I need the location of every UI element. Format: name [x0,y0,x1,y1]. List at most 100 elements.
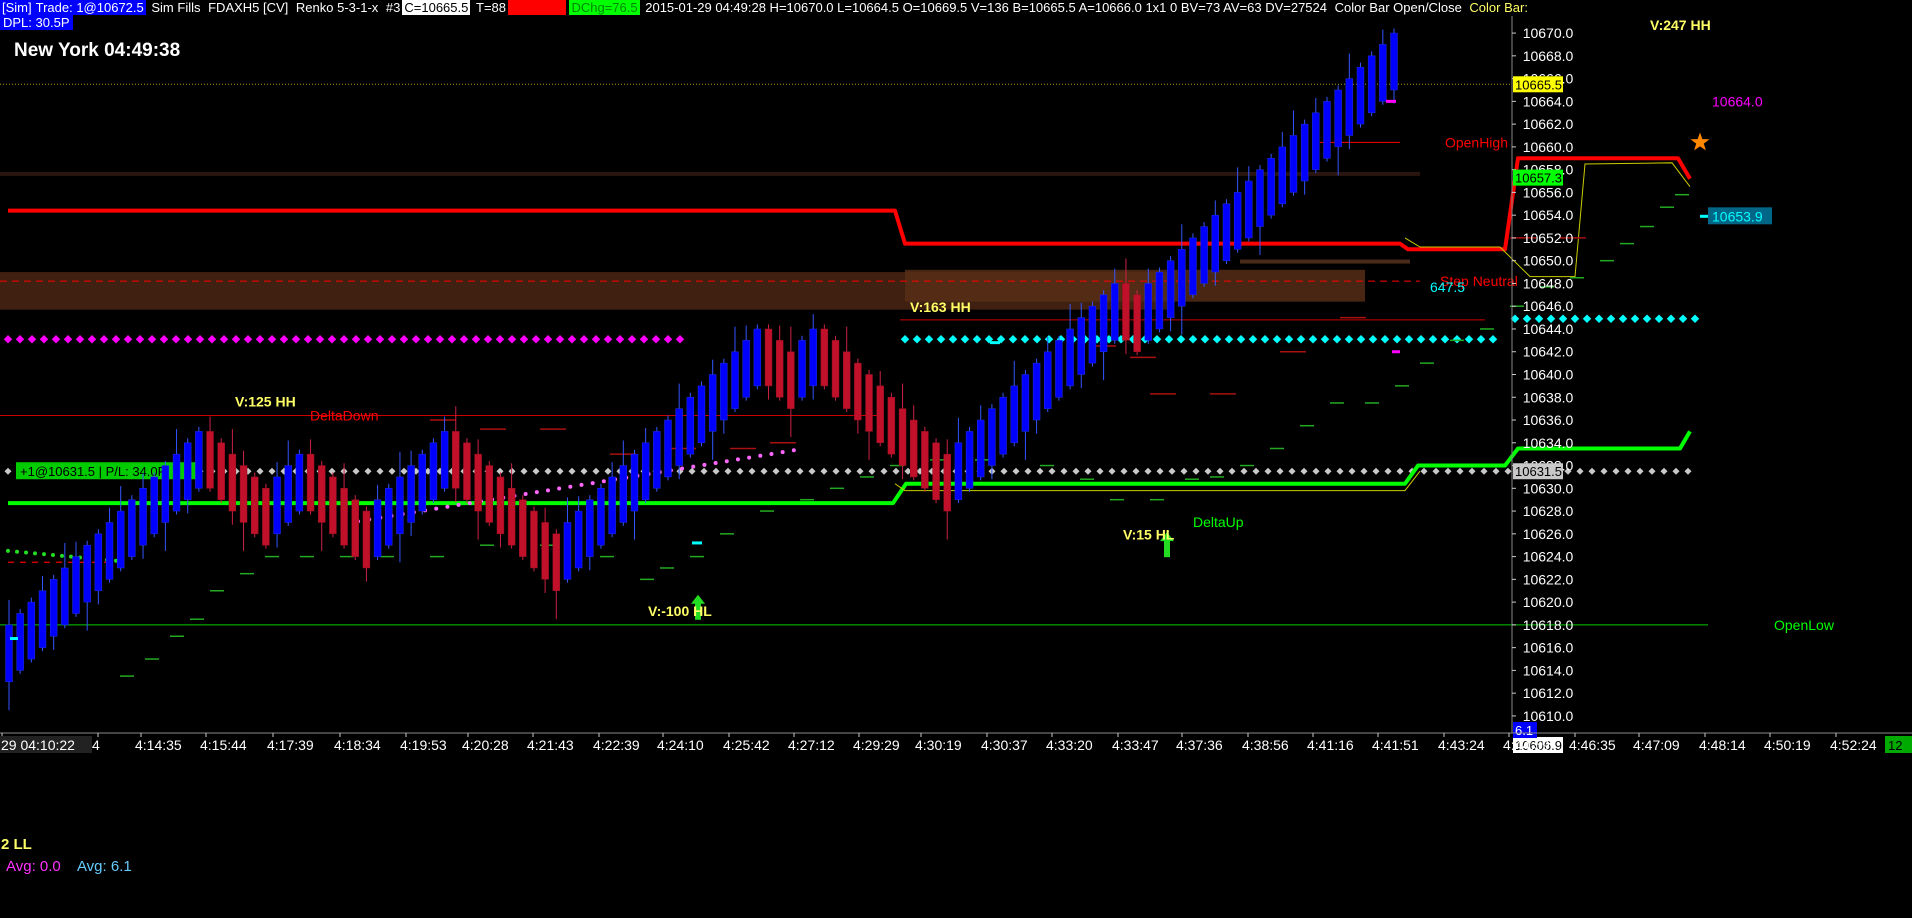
renko-brick [831,340,840,398]
renko-brick [1055,340,1063,398]
renko-brick [1044,351,1052,409]
renko-brick [798,340,806,398]
x-tick-label: 4:43:24 [1438,737,1485,753]
y-tick-label: 10620.0 [1523,594,1574,610]
renko-brick [630,453,639,512]
renko-brick [563,522,572,580]
renko-brick [61,567,69,626]
renko-brick [809,328,817,387]
trade-label: Trade: 1@10672.5 [33,0,146,15]
x-tick-label: 4:27:12 [788,737,835,753]
y-tick-label: 10634.0 [1523,435,1574,451]
x-tick-label: 4:48:14 [1699,737,1746,753]
trend-dot [568,484,573,489]
renko-brick [965,431,974,489]
renko-brick [910,419,918,478]
y-tick-label: 10660.0 [1523,139,1574,155]
y-tick-label: 10610.0 [1523,708,1574,724]
renko-brick [1178,249,1186,307]
renko-brick [1077,317,1085,375]
trend-dot [545,488,550,493]
renko-brick [195,431,203,489]
avg-magenta: Avg: 0.0 [6,858,61,875]
renko-brick [731,351,739,409]
green-dot [42,552,46,557]
renko-brick [1032,362,1041,421]
x-tick-label: 4:18:34 [334,737,381,753]
y-tick-label: 10628.0 [1523,503,1574,519]
sim-badge[interactable]: [Sim] [0,0,34,15]
renko-brick [541,522,549,580]
bartype-label: Renko 5-3-1-x [295,0,379,15]
renko-brick [306,453,315,512]
renko-brick [295,453,304,512]
x-tick-label: 4:14:35 [135,737,182,753]
renko-brick [373,499,382,557]
trend-dot [434,506,439,511]
pivot-label: V:15 HL [1123,527,1175,543]
renko-brick [742,340,750,398]
renko-brick [898,408,907,466]
trend-dot [590,481,595,486]
trend-dot [780,450,785,455]
renko-brick [452,431,460,489]
trend-dot [735,457,740,462]
trend-dot [791,448,796,453]
renko-brick [932,442,940,500]
renko-brick [530,510,538,569]
y-tick-label: 10636.0 [1523,412,1574,428]
y-tick-label: 10630.0 [1523,480,1574,496]
renko-brick [775,340,784,398]
y-tick-label: 10650.0 [1523,253,1574,269]
x-tick-label: 4 [92,737,100,753]
renko-brick [83,544,91,603]
renko-brick [597,488,605,546]
renko-brick [954,442,963,500]
renko-brick [943,453,951,512]
renko-brick [1256,169,1264,227]
poc-band-2 [1240,259,1410,264]
instrument-label: FDAXH5 [CV] [208,0,289,15]
y-tick-label: 10644.0 [1523,321,1574,337]
y-tick-label: 10626.0 [1523,526,1574,542]
x-tick-label: 4:41:16 [1307,737,1354,753]
renko-brick [653,431,661,489]
renko-brick [764,328,773,387]
renko-brick [1122,283,1130,341]
renko-brick [619,465,628,523]
close-label: C=10665.5 [402,0,471,15]
renko-brick [977,419,985,478]
renko-brick [999,397,1007,455]
dchg-label: DChg=76.5 [569,0,640,15]
renko-brick [128,499,136,557]
renko-chart[interactable]: OpenHighStep NeutralOpenLowDeltaDown+1@1… [0,0,1912,918]
renko-brick [887,397,896,455]
green-dot [15,549,19,554]
renko-brick [418,453,426,512]
renko-brick [787,351,795,409]
y-tick-label: 10640.0 [1523,367,1574,383]
renko-brick [351,499,359,557]
y-tick-label: 10624.0 [1523,549,1574,565]
magenta-price-label: 10664.0 [1712,93,1763,109]
x-tick-label: 4:46:35 [1569,737,1616,753]
renko-brick [1144,283,1152,341]
renko-brick [1323,101,1331,159]
x-tick-label: 4:44:59 [1503,737,1550,753]
trend-dot [445,504,450,509]
x-tick-label: 4:24:10 [657,737,704,753]
y-tick-label: 10670.0 [1523,25,1574,41]
renko-brick [720,362,728,421]
renko-brick [854,362,862,421]
renko-brick [362,510,371,569]
trend-dot [680,466,685,471]
pivot-label: V:-100 HL [648,603,712,619]
renko-brick [664,419,672,478]
cyan-mini-label: 647.5 [1430,279,1465,295]
renko-brick [876,385,884,444]
renko-brick [1334,89,1342,148]
renko-brick [820,328,829,387]
ll-label: 2 LL [1,836,32,853]
renko-brick [1233,192,1242,250]
x-tick-label: 4:19:53 [400,737,447,753]
